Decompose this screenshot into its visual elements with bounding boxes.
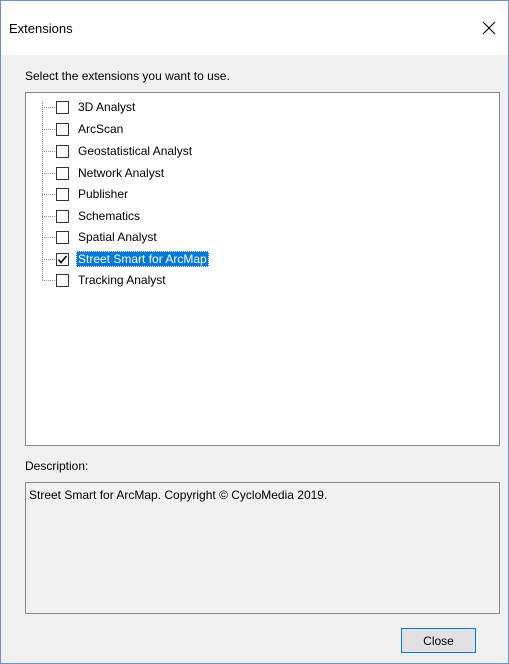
extension-checkbox[interactable] (56, 230, 69, 244)
extension-checkbox[interactable] (56, 209, 69, 223)
extensions-dialog: Extensions Select the extensions you wan… (0, 0, 509, 664)
close-button[interactable]: Close (401, 628, 476, 653)
extension-label[interactable]: ArcScan (76, 121, 125, 137)
extension-checkbox[interactable] (56, 122, 69, 136)
extension-checkbox[interactable] (56, 187, 69, 201)
list-item[interactable]: Street Smart for ArcMap (56, 249, 209, 269)
extension-label[interactable]: 3D Analyst (76, 99, 137, 115)
close-window-button[interactable] (474, 13, 504, 43)
description-box: Street Smart for ArcMap. Copyright © Cyc… (25, 482, 500, 614)
extension-checkbox[interactable] (56, 252, 69, 266)
extension-checkbox[interactable] (56, 144, 69, 158)
extensions-tree[interactable]: 3D Analyst ArcScan Geostatistical Analyst N… (25, 92, 500, 446)
extension-checkbox[interactable] (56, 166, 69, 180)
list-item[interactable]: Tracking Analyst (56, 270, 168, 290)
extension-checkbox[interactable] (56, 273, 69, 287)
extension-label[interactable]: Network Analyst (76, 165, 166, 181)
list-item[interactable]: Schematics (56, 206, 142, 226)
extensions-prompt: Select the extensions you want to use. (25, 69, 230, 83)
list-item[interactable]: Geostatistical Analyst (56, 141, 194, 161)
extension-label[interactable]: Street Smart for ArcMap (76, 251, 209, 267)
title-bar: Extensions (1, 1, 508, 55)
extension-label[interactable]: Tracking Analyst (76, 272, 168, 288)
extension-label[interactable]: Spatial Analyst (76, 229, 159, 245)
close-x-icon (482, 21, 496, 35)
window-title: Extensions (9, 21, 73, 36)
list-item[interactable]: ArcScan (56, 119, 125, 139)
list-item[interactable]: Spatial Analyst (56, 227, 159, 247)
description-label: Description: (25, 459, 89, 473)
extension-checkbox[interactable] (56, 100, 69, 114)
extension-label[interactable]: Geostatistical Analyst (76, 143, 194, 159)
list-item[interactable]: Publisher (56, 184, 130, 204)
description-text: Street Smart for ArcMap. Copyright © Cyc… (29, 488, 328, 502)
extension-label[interactable]: Publisher (76, 186, 130, 202)
checkmark-icon (57, 254, 68, 264)
list-item[interactable]: 3D Analyst (56, 97, 137, 117)
list-item[interactable]: Network Analyst (56, 163, 166, 183)
extension-label[interactable]: Schematics (76, 208, 142, 224)
